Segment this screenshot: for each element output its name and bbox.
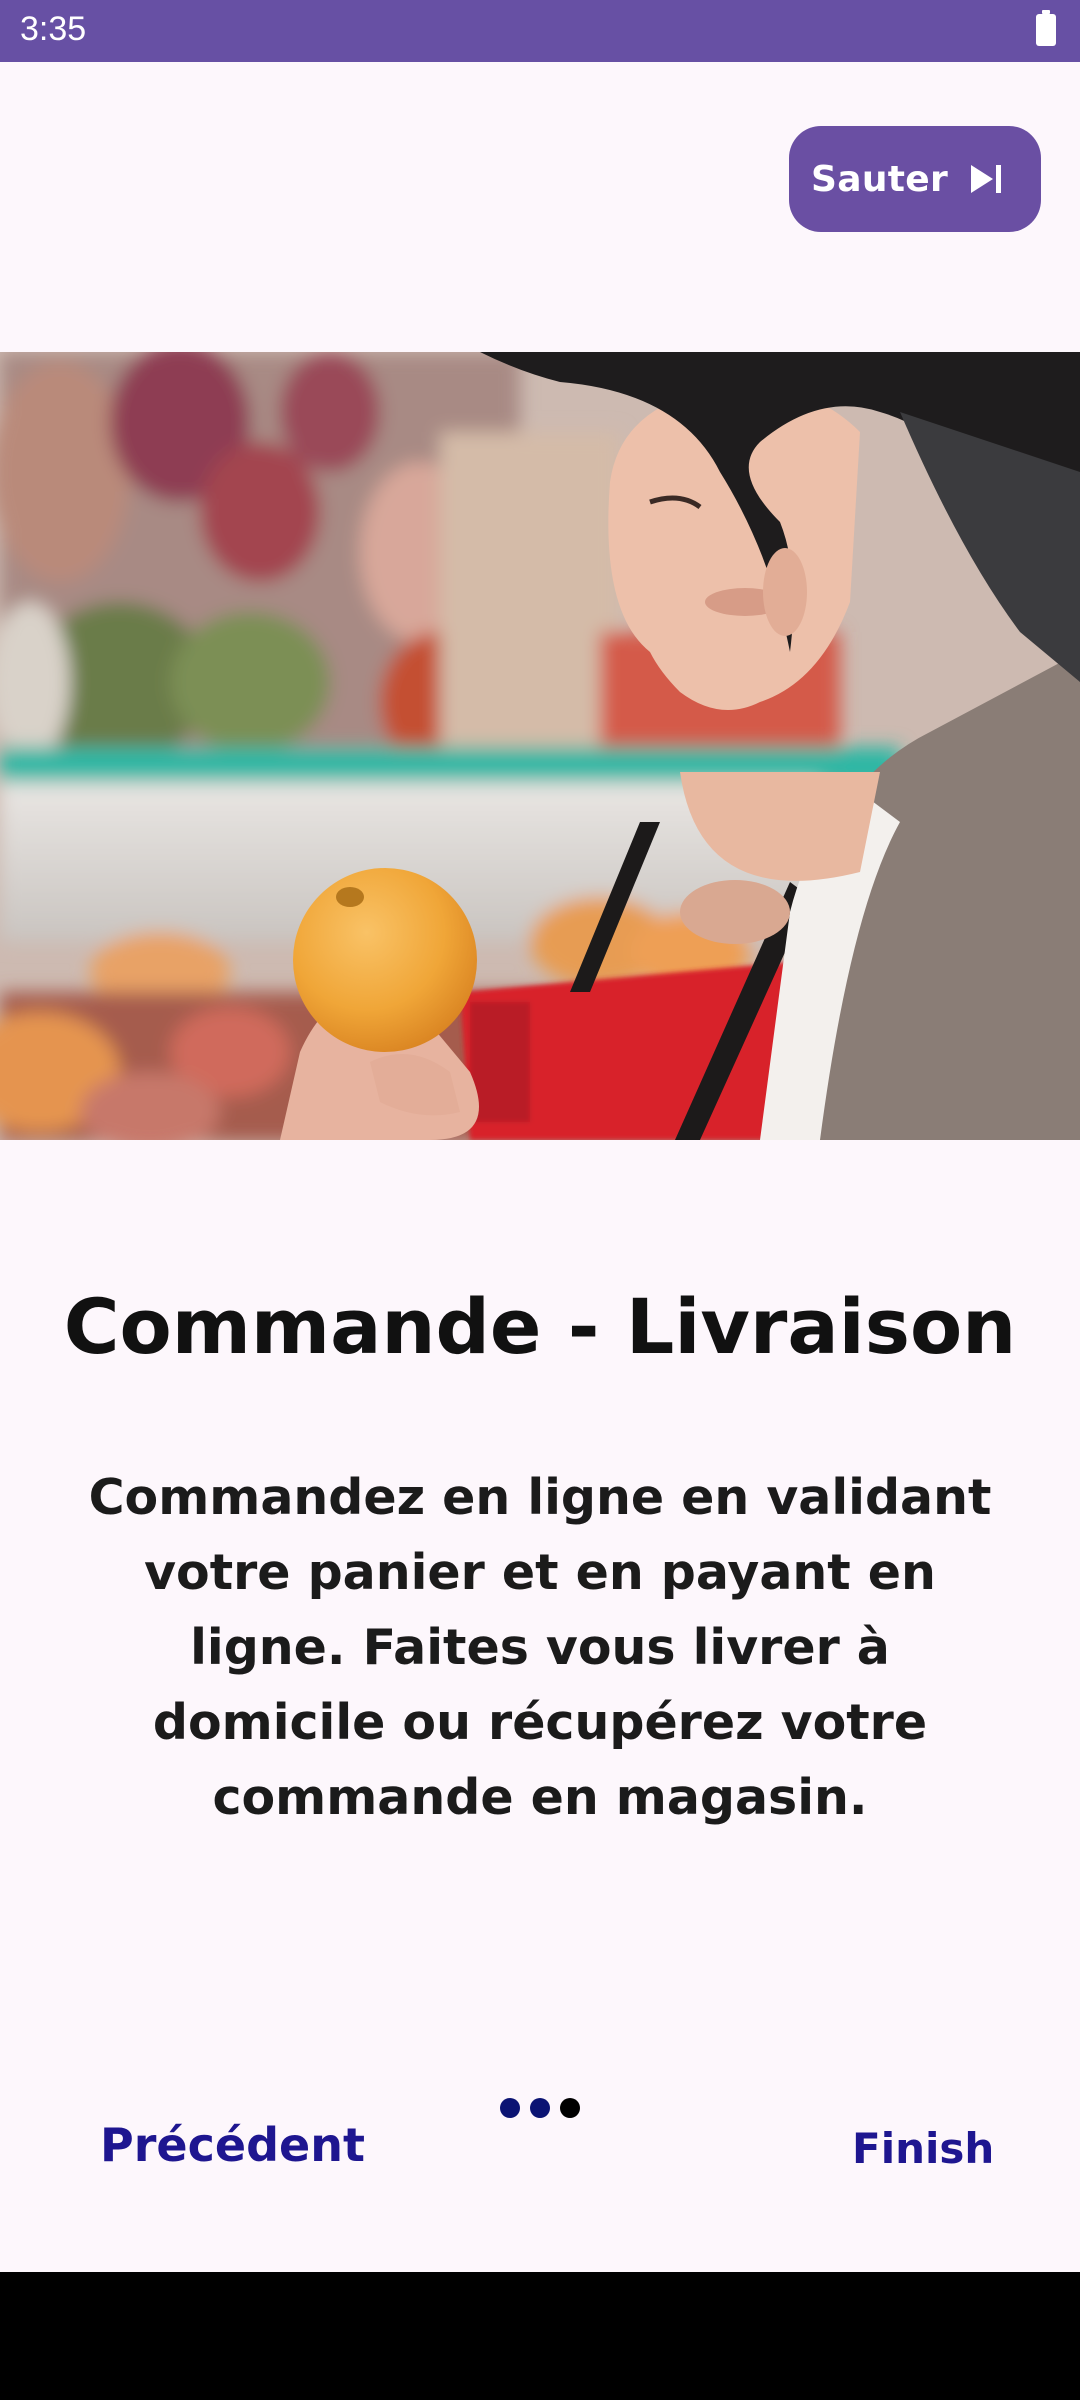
status-bar: 3:35 [0, 0, 1080, 62]
woman-holding-orange-photo [0, 352, 1080, 1140]
skip-button[interactable]: Sauter [789, 126, 1041, 232]
page-dot-active [560, 2098, 580, 2118]
page-dot [500, 2098, 520, 2118]
status-time: 3:35 [20, 10, 87, 48]
onboarding-description: Commandez en ligne en validant votre pan… [88, 1469, 992, 1826]
skip-button-label: Sauter [811, 158, 949, 200]
page-dot [530, 2098, 550, 2118]
page-indicator [498, 2098, 588, 2122]
finish-button[interactable]: Finish [852, 2124, 994, 2173]
page-title: Commande - Livraison [63, 1282, 1017, 1371]
hero-image [0, 352, 1080, 1140]
previous-button[interactable]: Précédent [100, 2118, 365, 2172]
system-navigation-bar [0, 2272, 1080, 2400]
battery-icon [1036, 10, 1056, 46]
skip-next-icon [971, 165, 1001, 193]
